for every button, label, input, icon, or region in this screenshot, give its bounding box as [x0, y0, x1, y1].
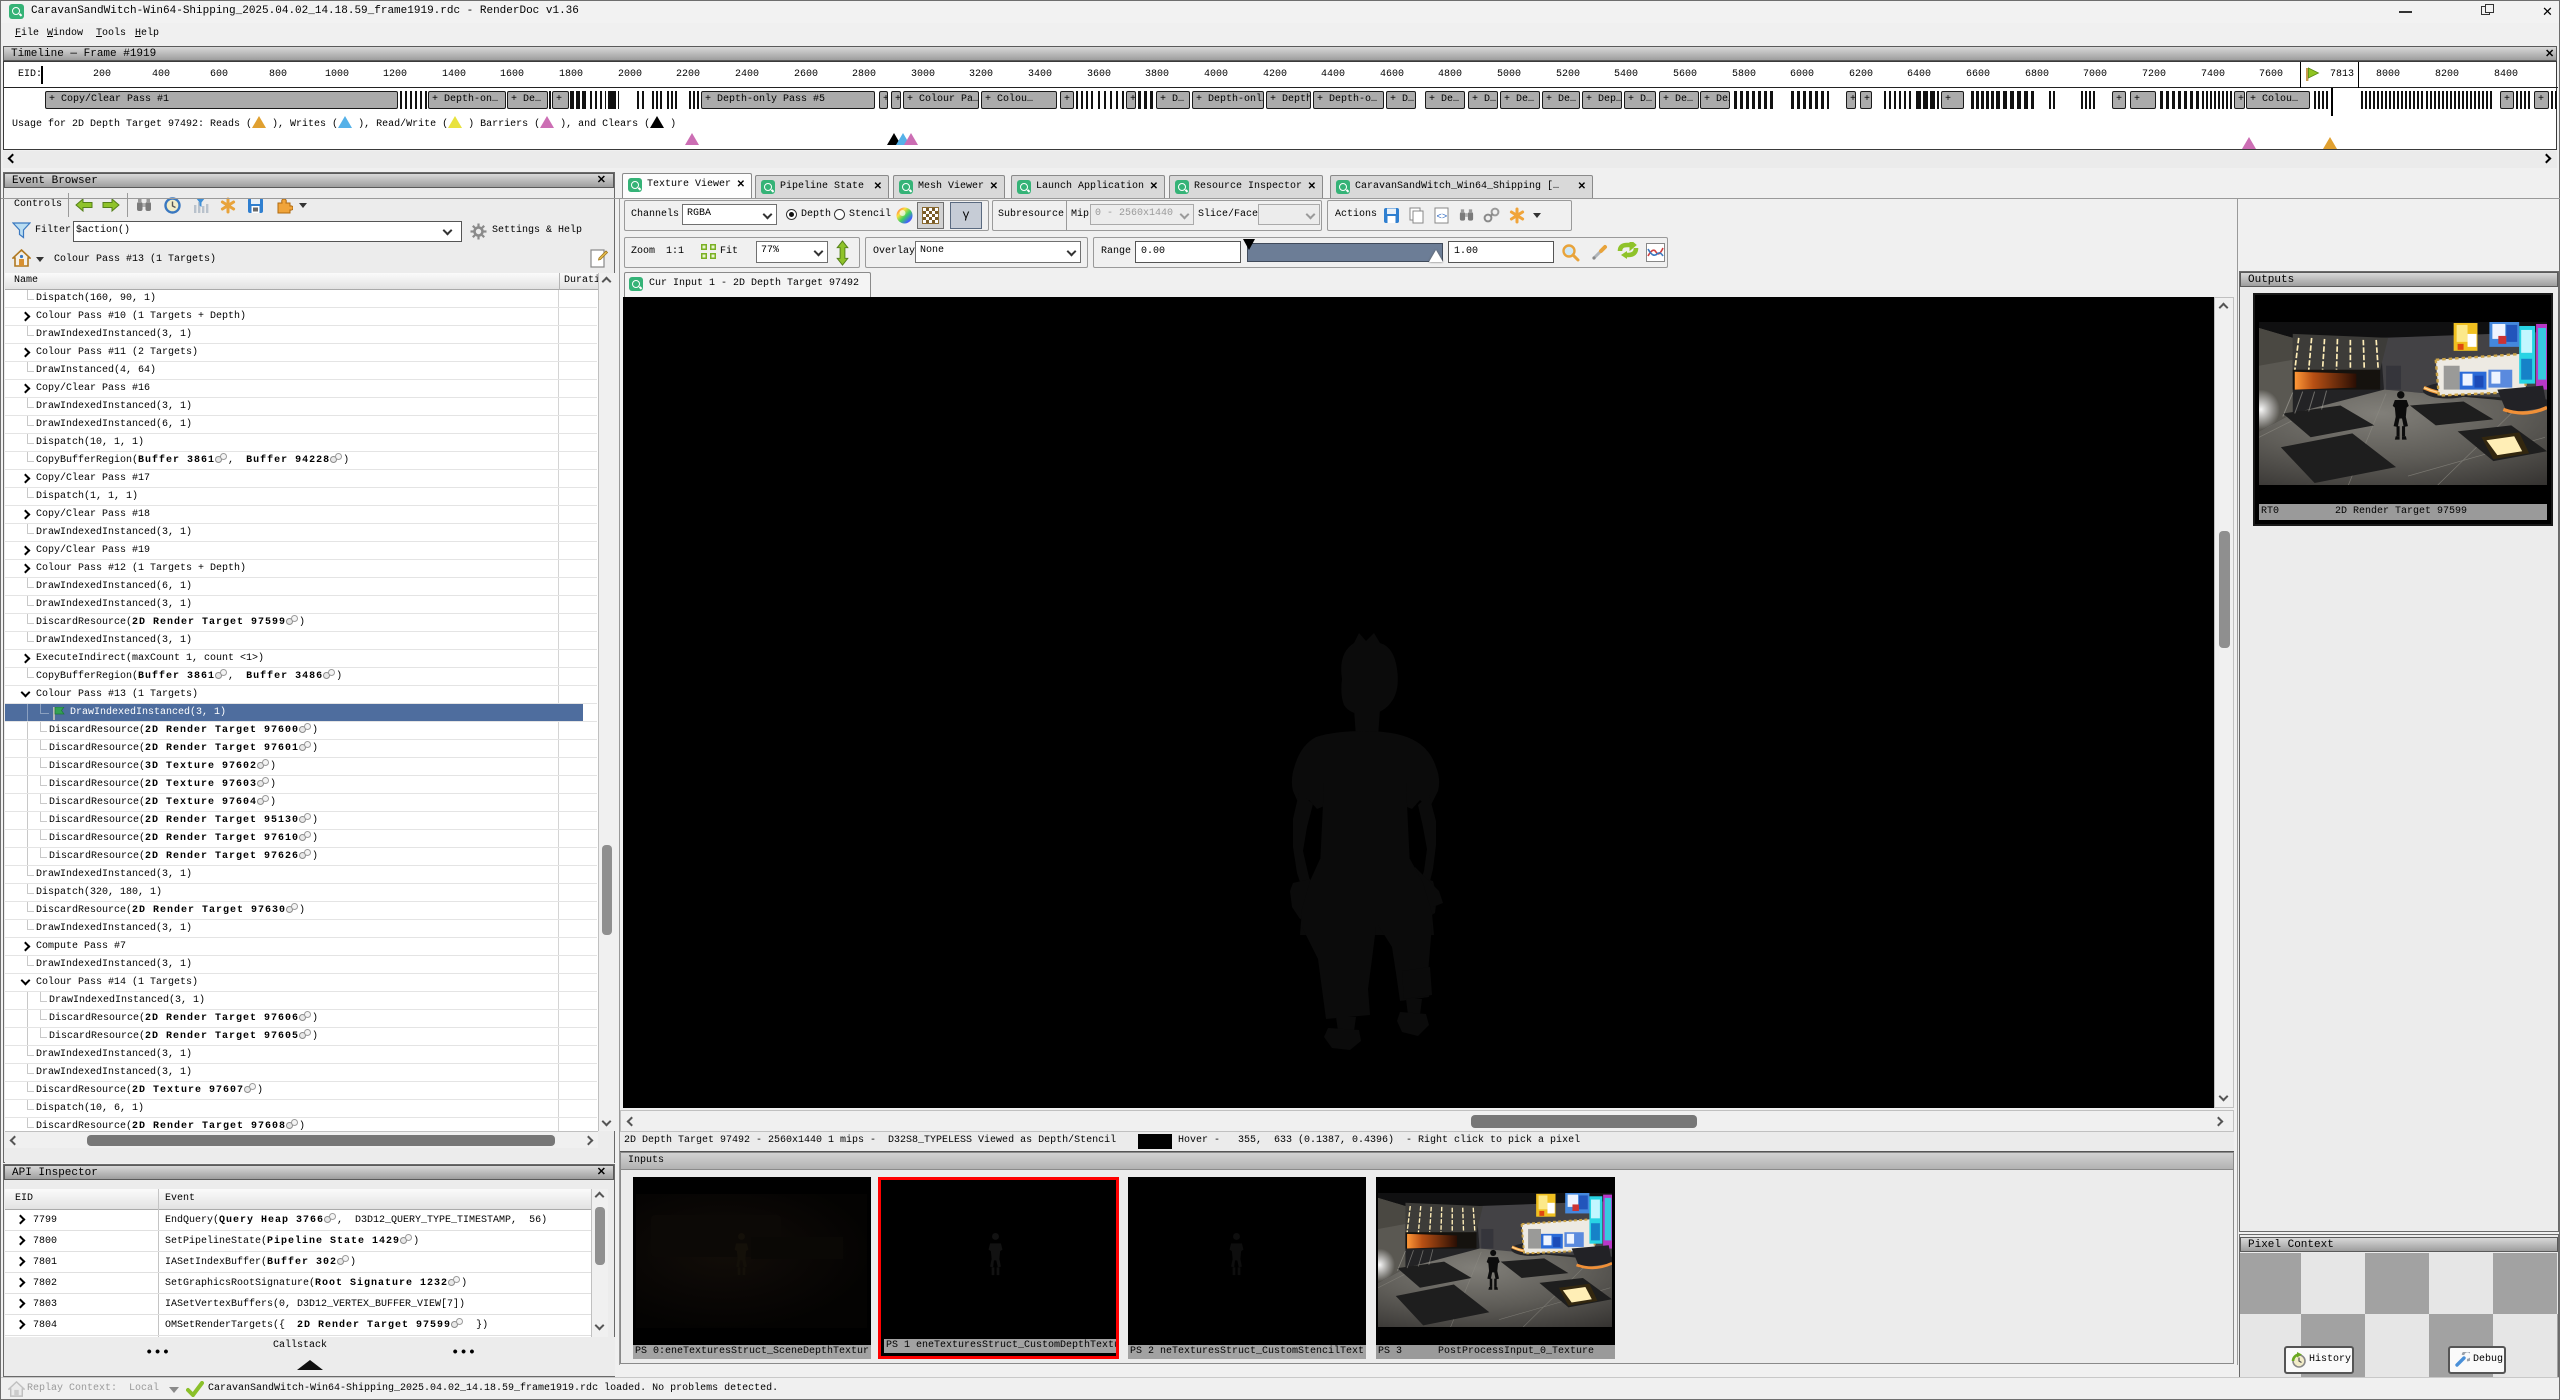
- svg-text:<>: <>: [1437, 212, 1448, 222]
